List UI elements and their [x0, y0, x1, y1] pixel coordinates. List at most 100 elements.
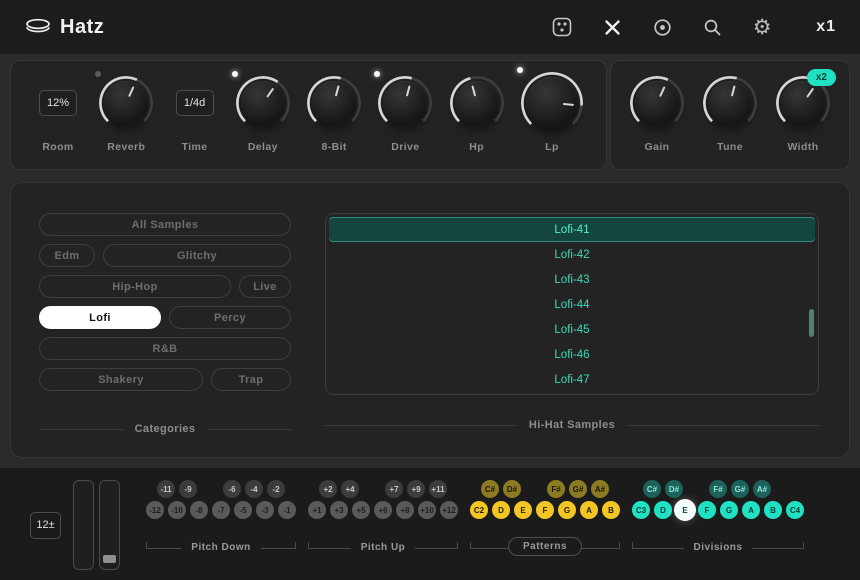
- key-pitch-down-w-1[interactable]: -1: [278, 501, 296, 519]
- key-pitch-down-w-5[interactable]: -5: [234, 501, 252, 519]
- fader-right[interactable]: [99, 480, 120, 570]
- settings-icon[interactable]: ⚙: [750, 15, 774, 39]
- bracket-line-left: [470, 542, 508, 549]
- value-box-time[interactable]: 1/4d: [176, 90, 214, 116]
- reverb-knob[interactable]: [104, 81, 148, 125]
- key-patterns-w-a[interactable]: A: [580, 501, 598, 519]
- category-glitchy[interactable]: Glitchy: [103, 244, 291, 267]
- key-divisions-b-d[interactable]: D#: [665, 480, 683, 498]
- key-divisions-w-f[interactable]: F: [698, 501, 716, 519]
- lp-knob[interactable]: [526, 77, 578, 129]
- key-pitch-up-w-5[interactable]: +5: [352, 501, 370, 519]
- dice-icon[interactable]: [550, 15, 574, 39]
- key-pitch-up-w-10[interactable]: +10: [418, 501, 436, 519]
- x2-badge[interactable]: x2: [807, 69, 836, 86]
- category-percy[interactable]: Percy: [169, 306, 291, 329]
- key-patterns-w-d[interactable]: D: [492, 501, 510, 519]
- key-divisions-b-f[interactable]: F#: [709, 480, 727, 498]
- category-row: Shakery Trap: [39, 368, 291, 391]
- key-patterns-b-d[interactable]: D#: [503, 480, 521, 498]
- width-knob[interactable]: [781, 81, 825, 125]
- key-patterns-w-g[interactable]: G: [558, 501, 576, 519]
- key-divisions-w-g[interactable]: G: [720, 501, 738, 519]
- categories-label: Categories: [135, 423, 196, 435]
- key-pitch-up-b-11[interactable]: +11: [429, 480, 447, 498]
- key-pitch-up-b-2[interactable]: +2: [319, 480, 337, 498]
- key-pitch-down-w-12[interactable]: -12: [146, 501, 164, 519]
- key-pitch-up-b-7[interactable]: +7: [385, 480, 403, 498]
- category-row: R&B: [39, 337, 291, 360]
- delay-knob[interactable]: [241, 81, 285, 125]
- scrollbar-thumb[interactable]: [809, 309, 814, 337]
- category-lofi[interactable]: Lofi: [39, 306, 161, 329]
- sample-lofi-46[interactable]: Lofi-46: [328, 342, 816, 367]
- category-live[interactable]: Live: [239, 275, 291, 298]
- group-label-patterns[interactable]: Patterns: [508, 537, 582, 556]
- category-edm[interactable]: Edm: [39, 244, 95, 267]
- key-pitch-up-w-12[interactable]: +12: [440, 501, 458, 519]
- sample-lofi-41[interactable]: Lofi-41: [329, 217, 815, 242]
- tune-knob[interactable]: [708, 81, 752, 125]
- key-pitch-down-w-7[interactable]: -7: [212, 501, 230, 519]
- key-pitch-down-b-6[interactable]: -6: [223, 480, 241, 498]
- category-hip-hop[interactable]: Hip-Hop: [39, 275, 231, 298]
- white-keys: -12-10-8-7-5-3-1: [146, 501, 296, 519]
- key-divisions-w-b[interactable]: B: [764, 501, 782, 519]
- key-divisions-w-c3[interactable]: C3: [632, 501, 650, 519]
- key-pitch-up-w-6[interactable]: +6: [374, 501, 392, 519]
- category-trap[interactable]: Trap: [211, 368, 291, 391]
- sample-list[interactable]: Lofi-41Lofi-42Lofi-43Lofi-44Lofi-45Lofi-…: [325, 213, 819, 395]
- category-r-b[interactable]: R&B: [39, 337, 291, 360]
- key-divisions-b-a[interactable]: A#: [753, 480, 771, 498]
- key-patterns-w-e[interactable]: E: [514, 501, 532, 519]
- key-divisions-b-c[interactable]: C#: [643, 480, 661, 498]
- gain-knob[interactable]: [635, 81, 679, 125]
- fx-delay: Delay: [241, 74, 285, 169]
- 8-bit-knob[interactable]: [312, 81, 356, 125]
- fx-label: Tune: [717, 141, 743, 153]
- key-pitch-up-w-8[interactable]: +8: [396, 501, 414, 519]
- category-shakery[interactable]: Shakery: [39, 368, 203, 391]
- key-patterns-b-a[interactable]: A#: [591, 480, 609, 498]
- key-pitch-down-b-4[interactable]: -4: [245, 480, 263, 498]
- close-icon[interactable]: [600, 15, 624, 39]
- key-pitch-down-b-11[interactable]: -11: [157, 480, 175, 498]
- hp-knob[interactable]: [455, 81, 499, 125]
- key-divisions-w-c4[interactable]: C4: [786, 501, 804, 519]
- key-divisions-b-g[interactable]: G#: [731, 480, 749, 498]
- key-pitch-down-w-8[interactable]: -8: [190, 501, 208, 519]
- sample-lofi-47[interactable]: Lofi-47: [328, 367, 816, 392]
- category-all-samples[interactable]: All Samples: [39, 213, 291, 236]
- black-keys: C#D# F#G#A#: [470, 480, 620, 498]
- key-patterns-b-c[interactable]: C#: [481, 480, 499, 498]
- sample-lofi-45[interactable]: Lofi-45: [328, 317, 816, 342]
- sample-lofi-44[interactable]: Lofi-44: [328, 292, 816, 317]
- key-divisions-w-d[interactable]: D: [654, 501, 672, 519]
- key-pitch-up-b-9[interactable]: +9: [407, 480, 425, 498]
- record-icon[interactable]: [650, 15, 674, 39]
- key-patterns-w-c2[interactable]: C2: [470, 501, 488, 519]
- key-pitch-down-w-10[interactable]: -10: [168, 501, 186, 519]
- key-pitch-up-w-3[interactable]: +3: [330, 501, 348, 519]
- key-patterns-w-b[interactable]: B: [602, 501, 620, 519]
- key-divisions-w-a[interactable]: A: [742, 501, 760, 519]
- key-pitch-down-b-2[interactable]: -2: [267, 480, 285, 498]
- key-patterns-w-f[interactable]: F: [536, 501, 554, 519]
- key-patterns-b-f[interactable]: F#: [547, 480, 565, 498]
- fader-left[interactable]: [73, 480, 94, 570]
- sample-lofi-42[interactable]: Lofi-42: [328, 242, 816, 267]
- key-patterns-b-g[interactable]: G#: [569, 480, 587, 498]
- fader-handle[interactable]: [103, 555, 116, 563]
- semitone-range-box[interactable]: 12±: [30, 512, 61, 539]
- key-pitch-down-b-9[interactable]: -9: [179, 480, 197, 498]
- key-pitch-down-w-3[interactable]: -3: [256, 501, 274, 519]
- key-pitch-up-w-1[interactable]: +1: [308, 501, 326, 519]
- multiplier-label[interactable]: x1: [816, 18, 836, 36]
- key-divisions-w-e[interactable]: E: [676, 501, 694, 519]
- key-pitch-up-b-4[interactable]: +4: [341, 480, 359, 498]
- drive-knob[interactable]: [383, 81, 427, 125]
- search-icon[interactable]: [700, 15, 724, 39]
- led-indicator: [95, 71, 101, 77]
- sample-lofi-43[interactable]: Lofi-43: [328, 267, 816, 292]
- value-box-room[interactable]: 12%: [39, 90, 77, 116]
